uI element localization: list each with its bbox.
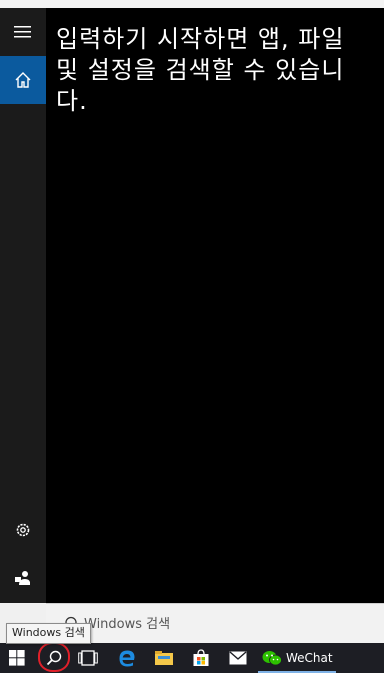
mail-icon [229, 651, 247, 665]
hamburger-menu-icon [14, 26, 31, 38]
mail-button[interactable] [221, 643, 255, 673]
search-hint-text: 입력하기 시작하면 앱, 파일 및 설정을 검색할 수 있습니다. [56, 25, 345, 115]
task-view-icon [78, 650, 98, 666]
wechat-label: WeChat [286, 651, 333, 665]
sidebar-item-settings[interactable] [0, 506, 46, 554]
sidebar-item-feedback[interactable] [0, 554, 46, 602]
edge-button[interactable] [110, 643, 144, 673]
settings-gear-icon [16, 523, 30, 537]
search-sidebar [0, 8, 46, 603]
search-box[interactable] [46, 603, 384, 644]
wechat-taskbar-button[interactable]: WeChat [262, 643, 333, 673]
hamburger-menu-button[interactable] [0, 8, 46, 56]
file-explorer-icon [155, 651, 173, 665]
store-icon [193, 649, 209, 666]
window-top-edge [0, 0, 384, 8]
home-icon [15, 72, 31, 88]
task-view-button[interactable] [71, 643, 105, 673]
search-tooltip: Windows 검색 [6, 623, 91, 644]
store-button[interactable] [184, 643, 218, 673]
sidebar-item-home[interactable] [0, 56, 46, 104]
edge-browser-icon [119, 650, 135, 667]
start-button[interactable] [0, 643, 34, 673]
file-explorer-button[interactable] [147, 643, 181, 673]
user-feedback-icon [15, 571, 30, 585]
wechat-icon [262, 651, 282, 666]
search-button-highlight-annotation [38, 642, 70, 672]
search-results-panel: 입력하기 시작하면 앱, 파일 및 설정을 검색할 수 있습니다. [46, 8, 384, 603]
search-input[interactable] [84, 614, 344, 634]
windows-start-icon [9, 650, 25, 666]
